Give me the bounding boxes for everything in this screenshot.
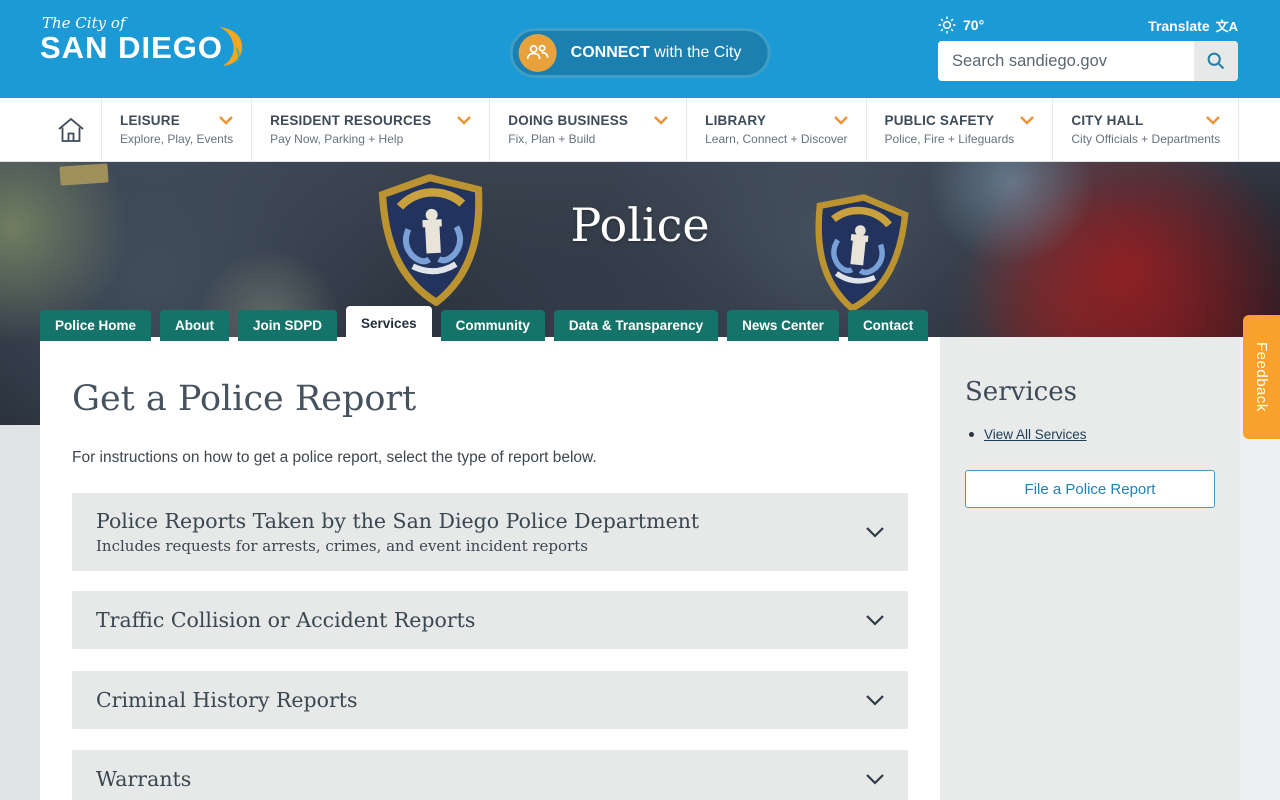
chevron-down-icon: [866, 526, 884, 538]
tab-about[interactable]: About: [160, 310, 230, 341]
intro-text: For instructions on how to get a police …: [72, 449, 597, 466]
list-item: View All Services: [969, 427, 1215, 442]
city-logo[interactable]: The City of SAN DIEGO: [40, 14, 247, 72]
tab-join-sdpd[interactable]: Join SDPD: [238, 310, 338, 341]
accordion-warrants[interactable]: Warrants: [72, 750, 908, 800]
officer-name-plate: [59, 163, 109, 186]
connect-with-city-button[interactable]: CONNECT with the City: [509, 28, 771, 78]
tab-data-transparency[interactable]: Data & Transparency: [553, 310, 719, 341]
chevron-down-icon: [866, 614, 884, 626]
nav-item-public-safety[interactable]: PUBLIC SAFETY Police, Fire + Lifeguards: [867, 98, 1054, 161]
hero-title: Police: [570, 198, 710, 252]
section-tabs: Police Home About Join SDPD Services Com…: [40, 306, 929, 341]
chevron-down-icon: [219, 116, 234, 125]
main-content: Get a Police Report For instructions on …: [40, 337, 940, 800]
translate-label: Translate: [1148, 17, 1210, 34]
translate-icon: 文A: [1215, 19, 1238, 34]
feedback-label: Feedback: [1253, 342, 1270, 412]
home-icon: [57, 117, 84, 142]
chevron-down-icon: [1020, 116, 1035, 125]
content-area: Get a Police Report For instructions on …: [40, 337, 1280, 800]
chevron-down-icon: [654, 116, 668, 125]
nav-item-library[interactable]: LIBRARY Learn, Connect + Discover: [687, 98, 867, 161]
file-police-report-button[interactable]: File a Police Report: [965, 470, 1215, 508]
chevron-down-icon: [833, 116, 848, 125]
temperature-label: 70°: [963, 17, 985, 33]
sidebar-links: View All Services: [969, 427, 1215, 442]
bullet-icon: [969, 432, 974, 437]
site-header: The City of SAN DIEGO CONNECT with the C…: [0, 0, 1280, 98]
logo-swoosh-icon: [213, 27, 247, 72]
nav-item-resident-resources[interactable]: RESIDENT RESOURCES Pay Now, Parking + He…: [252, 98, 491, 161]
search-input[interactable]: [938, 41, 1194, 81]
accordion-criminal-history[interactable]: Criminal History Reports: [72, 671, 908, 729]
tab-police-home[interactable]: Police Home: [40, 310, 152, 341]
nav-item-doing-business[interactable]: DOING BUSINESS Fix, Plan + Build: [490, 98, 688, 161]
view-all-services-link[interactable]: View All Services: [984, 427, 1087, 442]
translate-button[interactable]: Translate 文A: [1148, 16, 1238, 35]
people-icon: [518, 34, 557, 72]
search-icon: [1207, 52, 1225, 70]
primary-nav: LEISURE Explore, Play, Events RESIDENT R…: [0, 98, 1280, 162]
chevron-down-icon: [457, 116, 472, 125]
logo-text: SAN DIEGO: [40, 30, 223, 65]
search-button[interactable]: [1194, 41, 1238, 81]
tab-contact[interactable]: Contact: [847, 310, 929, 341]
sidebar-title: Services: [965, 377, 1077, 407]
feedback-tab[interactable]: Feedback: [1243, 315, 1280, 439]
page-title: Get a Police Report: [72, 379, 417, 419]
connect-label: CONNECT with the City: [570, 44, 742, 61]
nav-item-leisure[interactable]: LEISURE Explore, Play, Events: [102, 98, 253, 161]
weather-widget[interactable]: 70°: [938, 16, 984, 34]
accordion-traffic-collision[interactable]: Traffic Collision or Accident Reports: [72, 591, 908, 649]
tab-community[interactable]: Community: [440, 310, 545, 341]
chevron-down-icon: [866, 694, 884, 706]
sun-icon: [938, 16, 956, 34]
services-sidebar: Services View All Services File a Police…: [940, 337, 1240, 800]
tab-services[interactable]: Services: [346, 306, 432, 341]
chevron-down-icon: [866, 773, 884, 785]
nav-item-city-hall[interactable]: CITY HALL City Officials + Departments: [1053, 98, 1240, 161]
tab-news-center[interactable]: News Center: [727, 310, 839, 341]
accordion-police-reports[interactable]: Police Reports Taken by the San Diego Po…: [72, 493, 908, 571]
chevron-down-icon: [1206, 116, 1221, 125]
nav-home-button[interactable]: [40, 98, 102, 161]
site-search: [938, 41, 1238, 81]
